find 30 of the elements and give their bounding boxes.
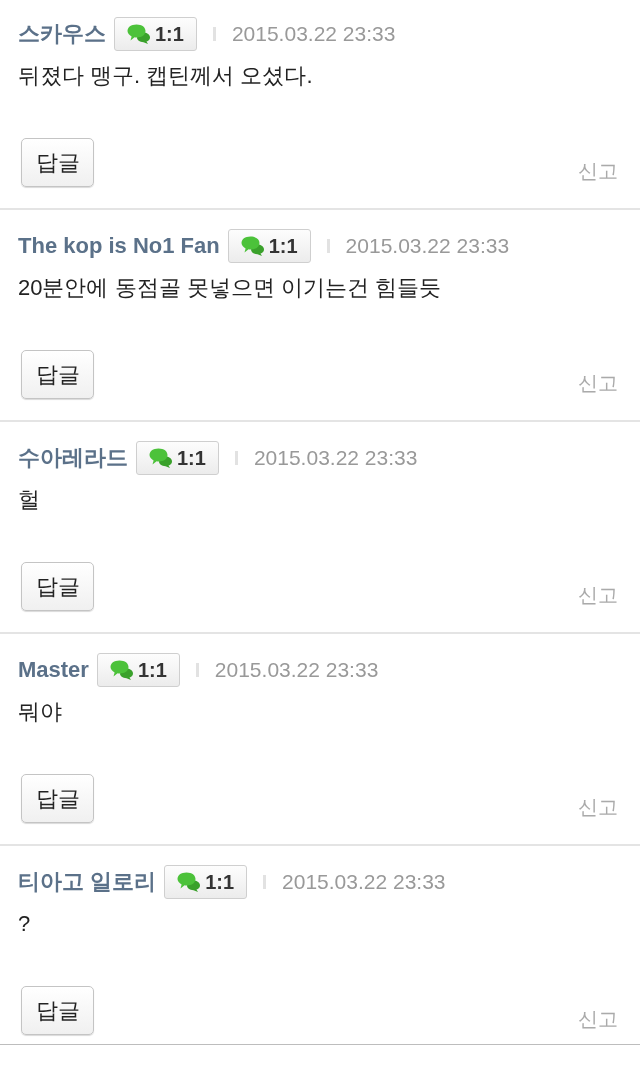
comment-date: 2015.03.22 23:33 bbox=[345, 233, 510, 259]
speech-bubbles-icon bbox=[149, 448, 173, 468]
reply-button[interactable]: 답글 bbox=[21, 774, 94, 823]
comment-date: 2015.03.22 23:33 bbox=[282, 869, 446, 895]
speech-bubbles-icon bbox=[109, 660, 134, 680]
reply-button[interactable]: 답글 bbox=[21, 138, 94, 187]
author-name[interactable]: Master bbox=[18, 655, 89, 685]
comment-text: 20분안에 동점골 못넣으면 이기는건 힘들듯 bbox=[18, 274, 442, 302]
comment-date: 2015.03.22 23:33 bbox=[253, 445, 418, 471]
comment-text: ? bbox=[18, 910, 32, 938]
chat-badge-button[interactable]: 1:1 bbox=[96, 653, 180, 687]
chat-badge-button[interactable]: 1:1 bbox=[114, 17, 197, 51]
chat-badge-button[interactable]: 1:1 bbox=[164, 865, 248, 899]
comment-text: 헐 bbox=[18, 486, 41, 514]
reply-button[interactable]: 답글 bbox=[21, 562, 94, 611]
chat-badge-button[interactable]: 1:1 bbox=[227, 229, 311, 263]
author-name[interactable]: 스카우스 bbox=[18, 19, 106, 49]
reply-button[interactable]: 답글 bbox=[21, 350, 94, 399]
comment-text: 뭐야 bbox=[18, 698, 63, 726]
speech-bubbles-icon bbox=[177, 872, 202, 892]
author-name[interactable]: 티아고 일로리 bbox=[18, 867, 157, 897]
comment-text: 뒤졌다 맹구. 캡틴께서 오셨다. bbox=[18, 62, 314, 90]
chat-badge-button[interactable]: 1:1 bbox=[136, 441, 219, 475]
speech-bubbles-icon bbox=[127, 24, 151, 44]
comment-date: 2015.03.22 23:33 bbox=[231, 21, 396, 47]
author-name[interactable]: The kop is No1 Fan bbox=[18, 231, 220, 261]
speech-bubbles-icon bbox=[240, 236, 265, 256]
author-name[interactable]: 수아레라드 bbox=[18, 443, 128, 473]
comment-date: 2015.03.22 23:33 bbox=[214, 657, 379, 683]
reply-button[interactable]: 답글 bbox=[21, 986, 94, 1035]
